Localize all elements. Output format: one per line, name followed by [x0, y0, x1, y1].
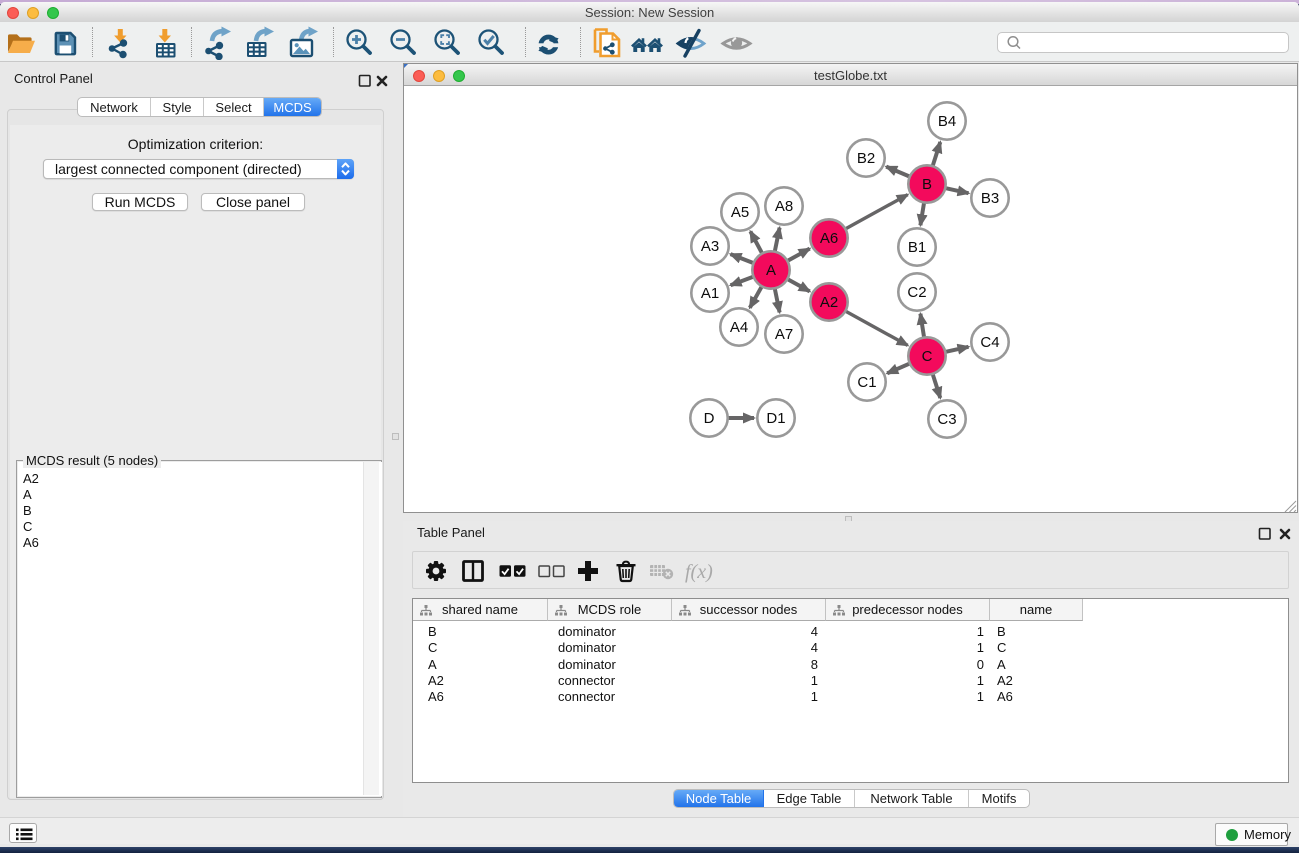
svg-text:A8: A8	[775, 198, 793, 215]
svg-text:A4: A4	[730, 319, 748, 336]
svg-text:B2: B2	[857, 150, 875, 167]
svg-text:C4: C4	[980, 334, 999, 351]
svg-text:A2: A2	[820, 294, 838, 311]
svg-text:A: A	[766, 262, 776, 279]
svg-text:C2: C2	[907, 284, 926, 301]
svg-text:D1: D1	[766, 410, 785, 427]
svg-text:C: C	[922, 348, 933, 365]
svg-text:f(x): f(x)	[685, 561, 713, 583]
svg-text:C3: C3	[937, 411, 956, 428]
svg-text:C1: C1	[857, 374, 876, 391]
svg-text:B: B	[922, 176, 932, 193]
svg-text:B1: B1	[908, 239, 926, 256]
svg-text:A3: A3	[701, 238, 719, 255]
svg-text:A5: A5	[731, 204, 749, 221]
svg-text:B3: B3	[981, 190, 999, 207]
svg-text:B4: B4	[938, 113, 956, 130]
svg-text:A1: A1	[701, 285, 719, 302]
svg-text:D: D	[704, 410, 715, 427]
svg-text:A6: A6	[820, 230, 838, 247]
svg-text:A7: A7	[775, 326, 793, 343]
